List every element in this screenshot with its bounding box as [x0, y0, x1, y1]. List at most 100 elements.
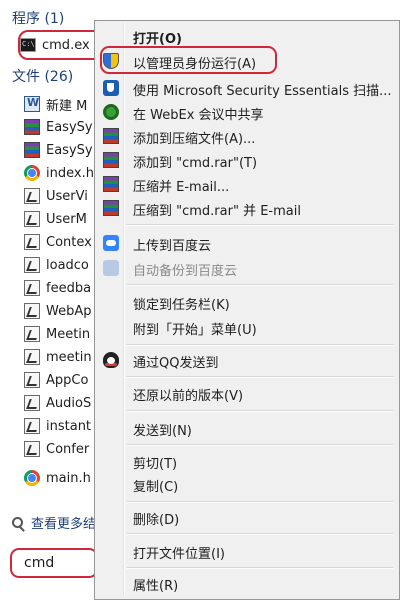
- see-more-results-link[interactable]: 查看更多结果: [12, 513, 100, 532]
- menu-item-label: 删除(D): [133, 513, 180, 528]
- winrar-icon: [24, 142, 40, 158]
- menu-item-compress-email[interactable]: 压缩并 E-mail...: [97, 172, 397, 196]
- file-item-label: AudioS: [46, 395, 92, 411]
- file-item[interactable]: AppCo: [24, 369, 100, 391]
- menu-item-label: 添加到压缩文件(A)...: [133, 132, 256, 147]
- script-file-icon: [24, 211, 40, 227]
- script-file-icon: [24, 349, 40, 365]
- menu-item-open[interactable]: 打开(O): [97, 24, 397, 48]
- menu-item-label: 在 WebEx 会议中共享: [133, 108, 264, 123]
- programs-header: 程序 (1): [12, 11, 65, 27]
- qq-icon: [103, 352, 119, 368]
- menu-item-label: 发送到(N): [133, 424, 192, 439]
- menu-item-label: 上传到百度云: [133, 239, 212, 254]
- menu-item-add-to-cmd-rar[interactable]: 添加到 "cmd.rar"(T): [97, 148, 397, 172]
- file-item[interactable]: loadco: [24, 254, 100, 276]
- file-item-label: instant: [46, 418, 92, 434]
- mse-icon: [103, 80, 119, 96]
- context-menu: 打开(O) 以管理员身份运行(A) 使用 Microsoft Security …: [94, 20, 400, 600]
- menu-separator: [127, 376, 393, 378]
- search-icon: [12, 517, 23, 528]
- baidu-cloud-icon: [103, 235, 119, 251]
- menu-item-compress-cmd-rar-email[interactable]: 压缩到 "cmd.rar" 并 E-mail: [97, 196, 397, 220]
- script-file-icon: [24, 372, 40, 388]
- file-item-label: AppCo: [46, 372, 89, 388]
- file-item-label: EasySy: [46, 142, 93, 158]
- file-item[interactable]: 新建 M: [24, 93, 100, 115]
- file-item[interactable]: Contex: [24, 231, 100, 253]
- file-item[interactable]: Confer: [24, 438, 100, 460]
- menu-item-label: 还原以前的版本(V): [133, 389, 244, 404]
- file-item-label: Contex: [46, 234, 92, 250]
- file-item[interactable]: meetin: [24, 346, 100, 368]
- file-item[interactable]: Meetin: [24, 323, 100, 345]
- winrar-icon: [103, 200, 119, 216]
- file-item[interactable]: UserVi: [24, 185, 100, 207]
- file-item[interactable]: EasySy: [24, 116, 100, 138]
- file-item-label: Confer: [46, 441, 90, 457]
- menu-item-add-to-archive[interactable]: 添加到压缩文件(A)...: [97, 124, 397, 148]
- script-file-icon: [24, 234, 40, 250]
- winrar-icon: [103, 176, 119, 192]
- file-item[interactable]: AudioS: [24, 392, 100, 414]
- file-item[interactable]: index.h: [24, 162, 100, 184]
- file-item-label: main.h: [46, 470, 91, 486]
- file-item-label: meetin: [46, 349, 92, 365]
- menu-item-label: 剪切(T): [133, 457, 178, 472]
- chrome-icon: [24, 470, 40, 486]
- menu-item-label: 属性(R): [133, 579, 179, 594]
- winrar-icon: [24, 119, 40, 135]
- file-item[interactable]: UserM: [24, 208, 100, 230]
- menu-item-label: 打开(O): [133, 32, 182, 47]
- menu-item-pin-start-menu[interactable]: 附到「开始」菜单(U): [97, 315, 397, 339]
- file-item-label: UserVi: [46, 188, 88, 204]
- menu-item-label: 自动备份到百度云: [133, 264, 238, 279]
- file-item-label: EasySy: [46, 119, 93, 135]
- file-item-label: loadco: [46, 257, 89, 273]
- file-item[interactable]: feedba: [24, 277, 100, 299]
- menu-separator: [127, 224, 393, 226]
- script-file-icon: [24, 441, 40, 457]
- menu-item-properties[interactable]: 属性(R): [97, 571, 397, 595]
- menu-item-label: 使用 Microsoft Security Essentials 扫描...: [133, 84, 392, 99]
- script-file-icon: [24, 257, 40, 273]
- file-item-label: index.h: [46, 165, 94, 181]
- menu-separator: [127, 444, 393, 446]
- search-input[interactable]: cmd: [10, 548, 98, 578]
- menu-item-send-to[interactable]: 发送到(N): [97, 416, 397, 440]
- file-item-label: 新建 M: [46, 98, 88, 114]
- file-item[interactable]: instant: [24, 415, 100, 437]
- script-file-icon: [24, 395, 40, 411]
- file-item[interactable]: main.h: [24, 467, 100, 489]
- script-file-icon: [24, 188, 40, 204]
- search-results-panel: 程序 (1) cmd.ex 文件 (26) 新建 M EasySy EasySy…: [0, 0, 100, 587]
- menu-item-restore-previous[interactable]: 还原以前的版本(V): [97, 381, 397, 405]
- menu-item-cut[interactable]: 剪切(T): [97, 449, 397, 473]
- file-item-label: WebAp: [46, 303, 92, 319]
- menu-separator: [127, 567, 393, 569]
- menu-item-open-file-location[interactable]: 打开文件位置(I): [97, 539, 397, 563]
- menu-item-copy[interactable]: 复制(C): [97, 472, 397, 496]
- menu-separator: [127, 344, 393, 346]
- menu-item-pin-taskbar[interactable]: 锁定到任务栏(K): [97, 290, 397, 314]
- word-doc-icon: [24, 96, 40, 112]
- menu-item-label: 通过QQ发送到: [133, 356, 219, 371]
- menu-separator: [127, 284, 393, 286]
- menu-item-delete[interactable]: 删除(D): [97, 505, 397, 529]
- file-item-label: UserM: [46, 211, 87, 227]
- menu-item-label: 锁定到任务栏(K): [133, 298, 230, 313]
- menu-separator: [127, 533, 393, 535]
- script-file-icon: [24, 326, 40, 342]
- winrar-icon: [103, 128, 119, 144]
- winrar-icon: [103, 152, 119, 168]
- see-more-label: 查看更多结果: [31, 517, 100, 532]
- menu-item-upload-baidu[interactable]: 上传到百度云: [97, 231, 397, 255]
- file-item[interactable]: EasySy: [24, 139, 100, 161]
- menu-item-label: 压缩并 E-mail...: [133, 180, 230, 195]
- search-input-value: cmd: [24, 555, 55, 571]
- menu-item-label: 添加到 "cmd.rar"(T): [133, 156, 258, 171]
- menu-item-mse-scan[interactable]: 使用 Microsoft Security Essentials 扫描...: [97, 76, 397, 100]
- menu-item-webex-share[interactable]: 在 WebEx 会议中共享: [97, 100, 397, 124]
- menu-item-send-via-qq[interactable]: 通过QQ发送到: [97, 348, 397, 372]
- file-item[interactable]: WebAp: [24, 300, 100, 322]
